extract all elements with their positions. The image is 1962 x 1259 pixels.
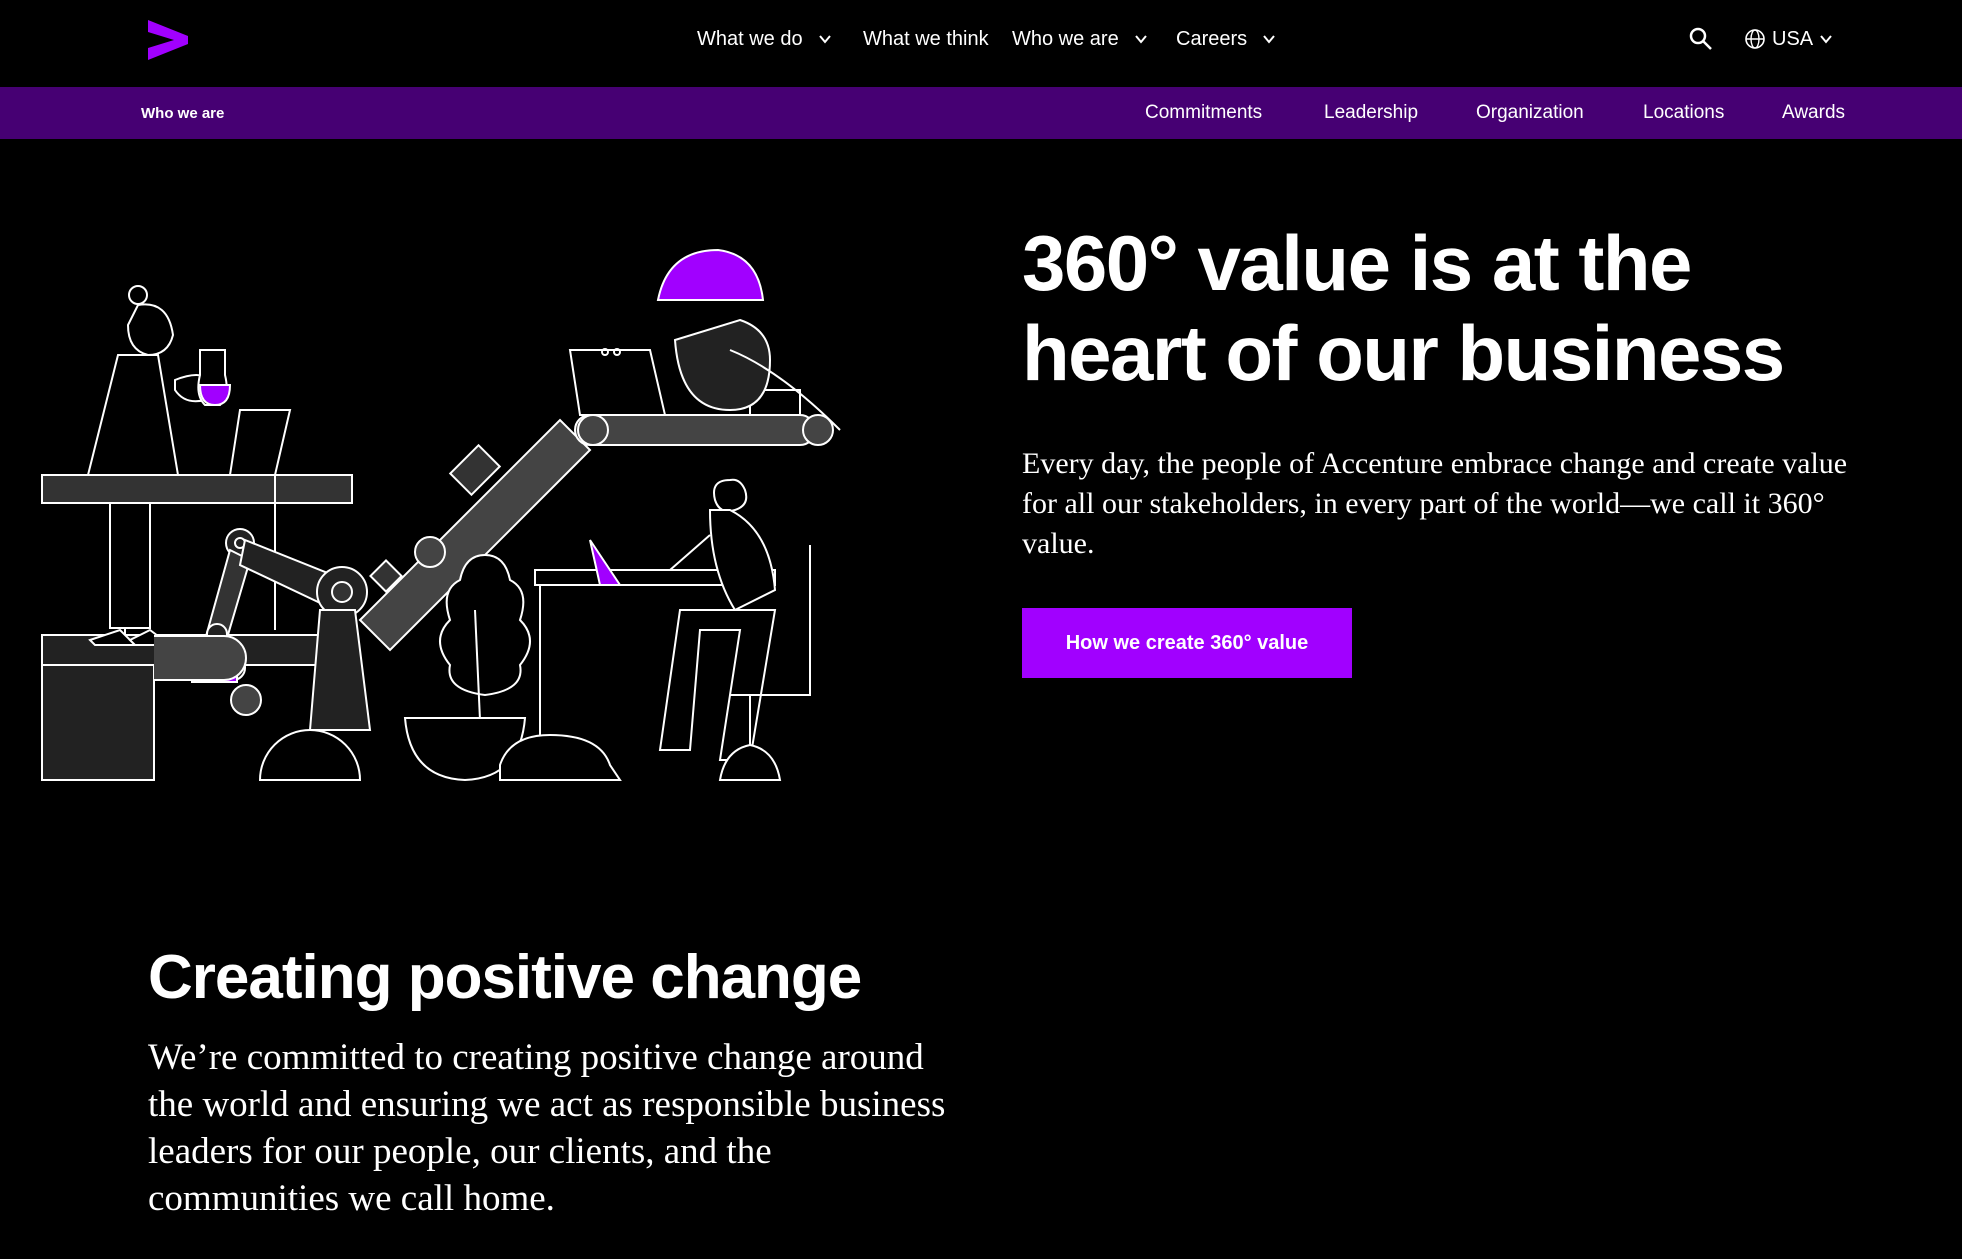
subnav-link-awards[interactable]: Awards	[1782, 87, 1845, 139]
subnav-link-commitments[interactable]: Commitments	[1145, 87, 1262, 139]
accenture-logo-icon[interactable]	[146, 18, 190, 62]
top-navigation: What we do What we think Who we are Care…	[0, 0, 1962, 87]
nav-what-we-do[interactable]: What we do	[697, 24, 833, 54]
chevron-down-icon	[1263, 35, 1275, 44]
subnav-link-organization[interactable]: Organization	[1476, 87, 1584, 139]
nav-who-we-are[interactable]: Who we are	[1012, 24, 1149, 54]
chevron-down-icon	[1134, 35, 1147, 44]
hero-title: 360° value is at the heart of our busine…	[1022, 218, 1922, 398]
nav-label: Who we are	[1012, 27, 1119, 50]
nav-label: What we do	[697, 27, 803, 50]
hero-illustration	[41, 248, 841, 782]
locale-selector[interactable]: USA	[1744, 24, 1833, 54]
subnav-link-leadership[interactable]: Leadership	[1324, 87, 1418, 139]
section-description: We’re committed to creating positive cha…	[148, 1037, 946, 1219]
subnav-title[interactable]: Who we are	[141, 87, 224, 139]
subnav-link-locations[interactable]: Locations	[1643, 87, 1724, 139]
section-title: Creating positive change	[148, 943, 862, 1012]
nav-label: What we think	[863, 27, 989, 50]
nav-label: Careers	[1176, 27, 1248, 50]
globe-icon	[1745, 29, 1765, 49]
nav-what-we-think[interactable]: What we think	[863, 24, 989, 54]
section-subnav: Who we are Commitments Leadership Organi…	[0, 87, 1962, 139]
hero-title-line-1: 360° value is at the	[1022, 219, 1692, 307]
search-icon[interactable]	[1688, 26, 1714, 52]
hero-title-line-2: heart of our business	[1022, 309, 1785, 397]
locale-label: USA	[1772, 27, 1814, 50]
chevron-down-icon	[1820, 35, 1832, 44]
chevron-down-icon	[818, 35, 831, 44]
hero-description: Every day, the people of Accenture embra…	[1022, 447, 1848, 560]
nav-careers[interactable]: Careers	[1176, 24, 1277, 54]
cta-button[interactable]: How we create 360° value	[1022, 608, 1352, 678]
